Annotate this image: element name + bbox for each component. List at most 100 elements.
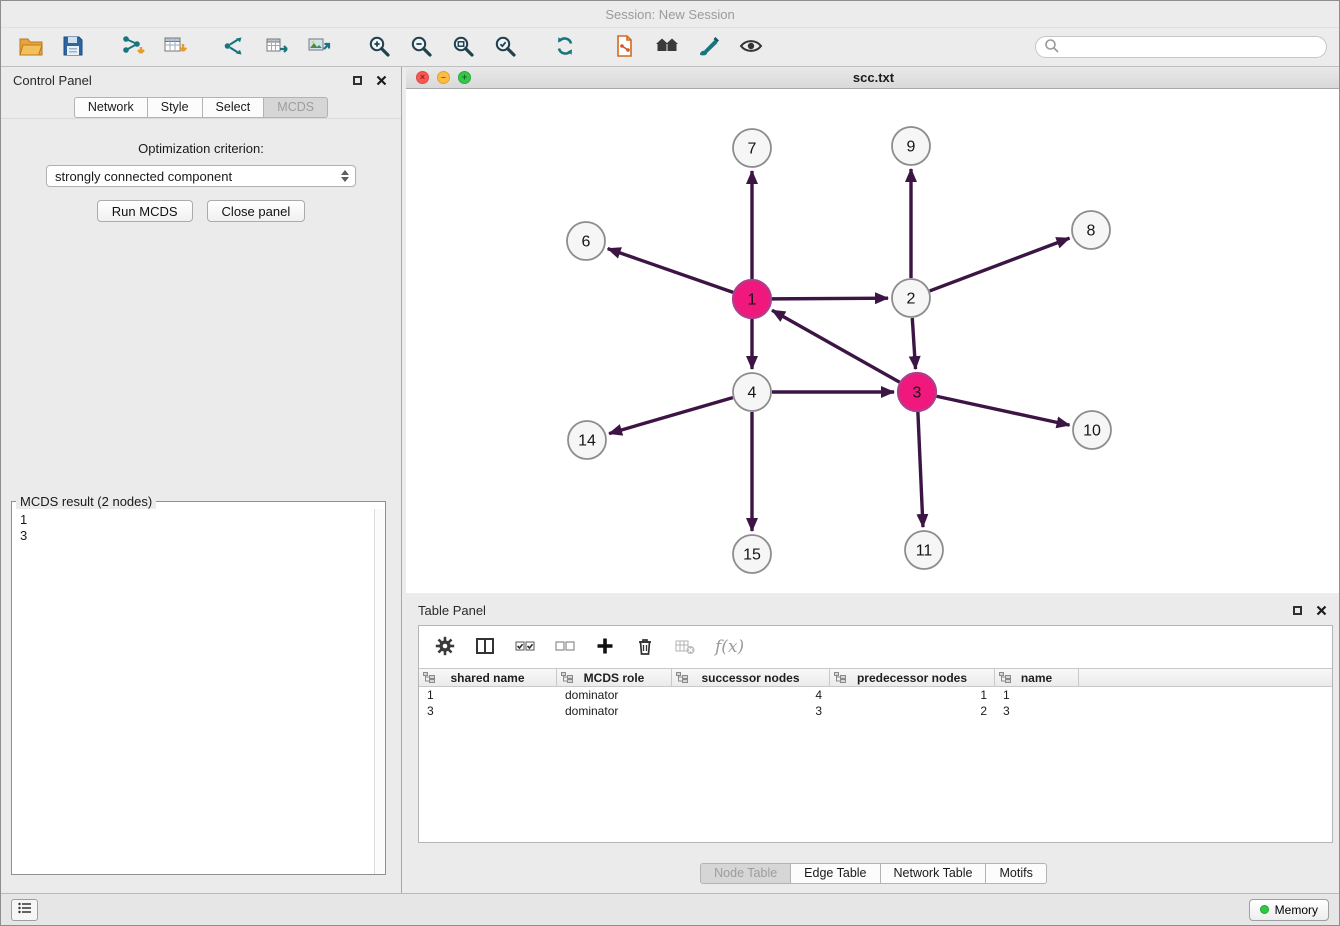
home-button[interactable]: [649, 31, 685, 63]
optimization-dropdown[interactable]: strongly connected component: [46, 165, 356, 187]
graph-edge-3-1[interactable]: [772, 310, 900, 382]
float-panel-icon[interactable]: [349, 72, 365, 88]
import-network-button[interactable]: [115, 31, 151, 63]
table-panel-title: Table Panel: [418, 603, 486, 618]
node-table-container: f(x) shared nameMCDS rolesuccessor nodes…: [418, 625, 1333, 843]
table-cell[interactable]: 1: [995, 688, 1079, 702]
dropdown-value: strongly connected component: [55, 169, 232, 184]
close-table-panel-icon[interactable]: [1313, 602, 1329, 618]
control-panel: Control Panel NetworkStyleSelectMCDS Opt…: [1, 67, 402, 893]
import-table-button[interactable]: [157, 31, 193, 63]
graph-edge-2-3[interactable]: [912, 318, 915, 369]
tab-network-table[interactable]: Network Table: [880, 863, 987, 884]
select-all-columns-button[interactable]: [515, 637, 535, 658]
show-columns-button[interactable]: [475, 636, 495, 659]
delete-table-button[interactable]: [675, 637, 695, 658]
tab-mcds[interactable]: MCDS: [263, 97, 328, 118]
graph-edge-1-2[interactable]: [772, 298, 888, 299]
tab-network[interactable]: Network: [74, 97, 148, 118]
export-image-button[interactable]: [301, 31, 337, 63]
close-window-icon[interactable]: ×: [416, 71, 429, 84]
table-cell[interactable]: 3: [672, 704, 830, 718]
graph-edge-4-14[interactable]: [609, 398, 733, 434]
new-network-button[interactable]: [217, 31, 253, 63]
column-header-successor-nodes[interactable]: successor nodes: [672, 669, 830, 686]
table-cell[interactable]: dominator: [557, 688, 672, 702]
maximize-window-icon[interactable]: +: [458, 71, 471, 84]
graph-node-14[interactable]: 14: [568, 421, 606, 459]
graph-node-9[interactable]: 9: [892, 127, 930, 165]
zoom-selected-button[interactable]: [487, 31, 523, 63]
table-row[interactable]: 1dominator411: [419, 687, 1332, 703]
toggle-view-button[interactable]: [733, 31, 769, 63]
table-row[interactable]: 3dominator323: [419, 703, 1332, 719]
result-scrollbar[interactable]: [374, 509, 385, 874]
unselect-all-columns-button[interactable]: [555, 637, 575, 658]
float-table-panel-icon[interactable]: [1289, 602, 1305, 618]
graph-edge-3-10[interactable]: [937, 396, 1070, 425]
delete-rows-button[interactable]: [635, 636, 655, 659]
graph-node-8[interactable]: 8: [1072, 211, 1110, 249]
search-field[interactable]: [1035, 36, 1327, 58]
tab-edge-table[interactable]: Edge Table: [790, 863, 880, 884]
table-cell[interactable]: 1: [830, 688, 995, 702]
table-cell[interactable]: 1: [419, 688, 557, 702]
tab-node-table[interactable]: Node Table: [700, 863, 791, 884]
control-panel-title: Control Panel: [13, 73, 92, 88]
refresh-icon: [553, 34, 577, 61]
task-history-button[interactable]: [11, 899, 38, 921]
zoom-out-button[interactable]: [403, 31, 439, 63]
column-header-predecessor-nodes[interactable]: predecessor nodes: [830, 669, 995, 686]
graph-node-10[interactable]: 10: [1073, 411, 1111, 449]
table-cell[interactable]: dominator: [557, 704, 672, 718]
tab-style[interactable]: Style: [147, 97, 203, 118]
graph-node-11[interactable]: 11: [905, 531, 943, 569]
column-header-MCDS-role[interactable]: MCDS role: [557, 669, 672, 686]
function-builder-button[interactable]: f(x): [715, 637, 744, 657]
unchecked-boxes-icon: [555, 637, 575, 658]
memory-button[interactable]: Memory: [1249, 899, 1329, 921]
graph-node-1[interactable]: 1: [733, 280, 771, 318]
tab-select[interactable]: Select: [202, 97, 265, 118]
column-header-shared-name[interactable]: shared name: [419, 669, 557, 686]
minimize-window-icon[interactable]: –: [437, 71, 450, 84]
network-window-titlebar[interactable]: × – + scc.txt: [406, 67, 1340, 89]
graph-edge-1-6[interactable]: [608, 249, 733, 293]
open-session-button[interactable]: [13, 31, 49, 63]
table-settings-button[interactable]: [435, 636, 455, 659]
search-input[interactable]: [1065, 40, 1318, 55]
export-network-button[interactable]: [607, 31, 643, 63]
tab-motifs[interactable]: Motifs: [985, 863, 1046, 884]
memory-status-icon: [1260, 905, 1269, 914]
graph-node-4[interactable]: 4: [733, 373, 771, 411]
save-session-button[interactable]: [55, 31, 91, 63]
window-title: Session: New Session: [605, 7, 734, 22]
column-header-name[interactable]: name: [995, 669, 1079, 686]
refresh-button[interactable]: [547, 31, 583, 63]
import-network-icon: [120, 34, 146, 61]
zoom-in-button[interactable]: [361, 31, 397, 63]
export-table-button[interactable]: [259, 31, 295, 63]
table-cell[interactable]: 2: [830, 704, 995, 718]
graph-edge-3-11[interactable]: [918, 412, 923, 527]
network-branch-icon: [222, 34, 248, 61]
graph-node-2[interactable]: 2: [892, 279, 930, 317]
mcds-result-line: 1: [20, 512, 377, 528]
network-canvas[interactable]: 7 9 6 8 1 2 4 3 14 10 15 11: [406, 89, 1340, 592]
zoom-fit-button[interactable]: [445, 31, 481, 63]
zoom-selected-icon: [493, 34, 517, 61]
add-row-button[interactable]: [595, 636, 615, 659]
graph-node-3[interactable]: 3: [898, 373, 936, 411]
close-panel-icon[interactable]: [373, 72, 389, 88]
graph-node-6[interactable]: 6: [567, 222, 605, 260]
close-panel-button[interactable]: Close panel: [207, 200, 306, 222]
main-toolbar: [1, 28, 1339, 67]
graph-node-7[interactable]: 7: [733, 129, 771, 167]
style-paint-button[interactable]: [691, 31, 727, 63]
graph-node-15[interactable]: 15: [733, 535, 771, 573]
graph-edge-2-8[interactable]: [930, 238, 1070, 291]
table-cell[interactable]: 3: [419, 704, 557, 718]
run-mcds-button[interactable]: Run MCDS: [97, 200, 193, 222]
table-cell[interactable]: 3: [995, 704, 1079, 718]
table-cell[interactable]: 4: [672, 688, 830, 702]
